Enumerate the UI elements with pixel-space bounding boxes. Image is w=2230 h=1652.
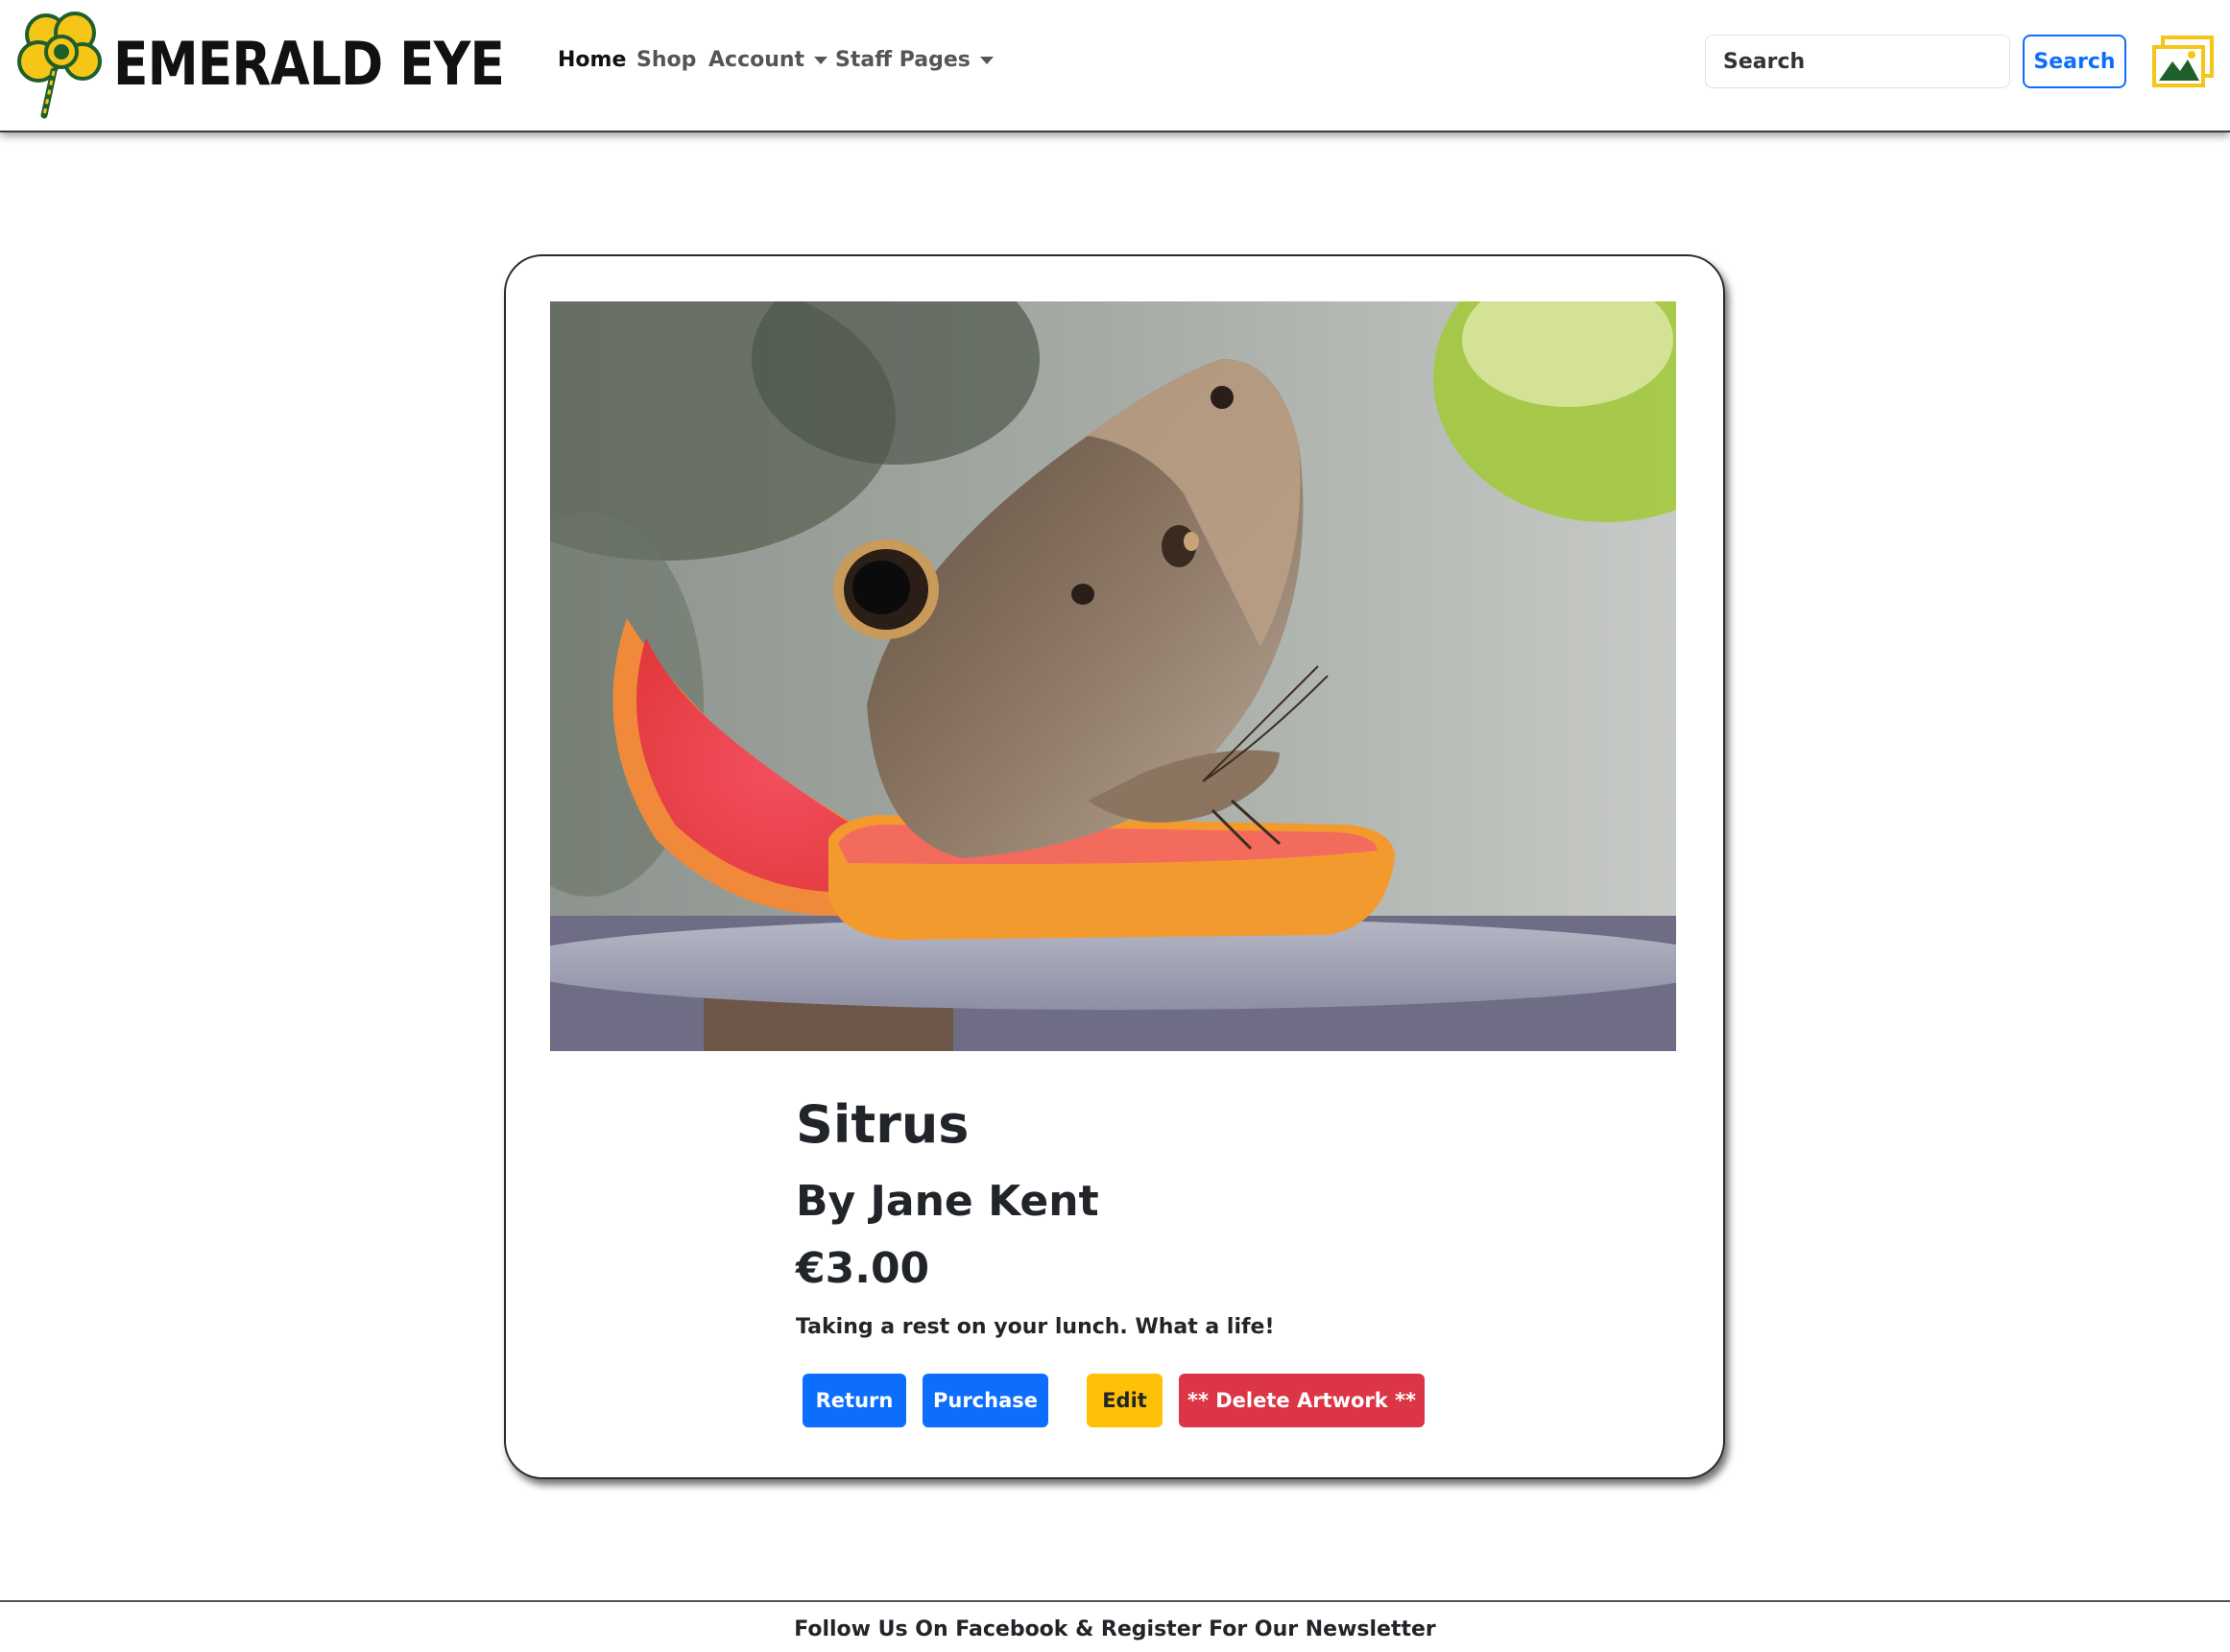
artwork-title: Sitrus (796, 1094, 970, 1155)
nav-shop[interactable]: Shop (636, 48, 696, 72)
navbar: EMERALD EYE Home Shop Account Staff Page… (0, 0, 2230, 132)
chevron-down-icon (814, 57, 828, 64)
artwork-image (550, 301, 1676, 1051)
return-button[interactable]: Return (803, 1374, 906, 1427)
footer-text[interactable]: Follow Us On Facebook & Register For Our… (794, 1617, 1436, 1641)
nav-account-label: Account (708, 48, 805, 72)
chevron-down-icon (979, 57, 994, 64)
artwork-artist: By Jane Kent (796, 1177, 1099, 1226)
artwork-price: €3.00 (796, 1244, 930, 1293)
clover-logo-icon (17, 12, 102, 119)
nav-staff-pages-dropdown[interactable]: Staff Pages (835, 48, 994, 72)
delete-artwork-button[interactable]: ** Delete Artwork ** (1179, 1374, 1425, 1427)
artwork-description: Taking a rest on your lunch. What a life… (796, 1315, 1275, 1339)
search-input[interactable] (1705, 35, 2010, 88)
search-button[interactable]: Search (2023, 35, 2126, 88)
nav-account-dropdown[interactable]: Account (708, 48, 828, 72)
footer: Follow Us On Facebook & Register For Our… (0, 1600, 2230, 1652)
brand-name: EMERALD EYE (113, 28, 505, 99)
nav-staff-pages-label: Staff Pages (835, 48, 971, 72)
brand[interactable]: EMERALD EYE (15, 8, 567, 119)
edit-button[interactable]: Edit (1087, 1374, 1163, 1427)
gallery-icon[interactable] (2151, 35, 2215, 88)
purchase-button[interactable]: Purchase (923, 1374, 1048, 1427)
nav-home[interactable]: Home (558, 48, 626, 72)
